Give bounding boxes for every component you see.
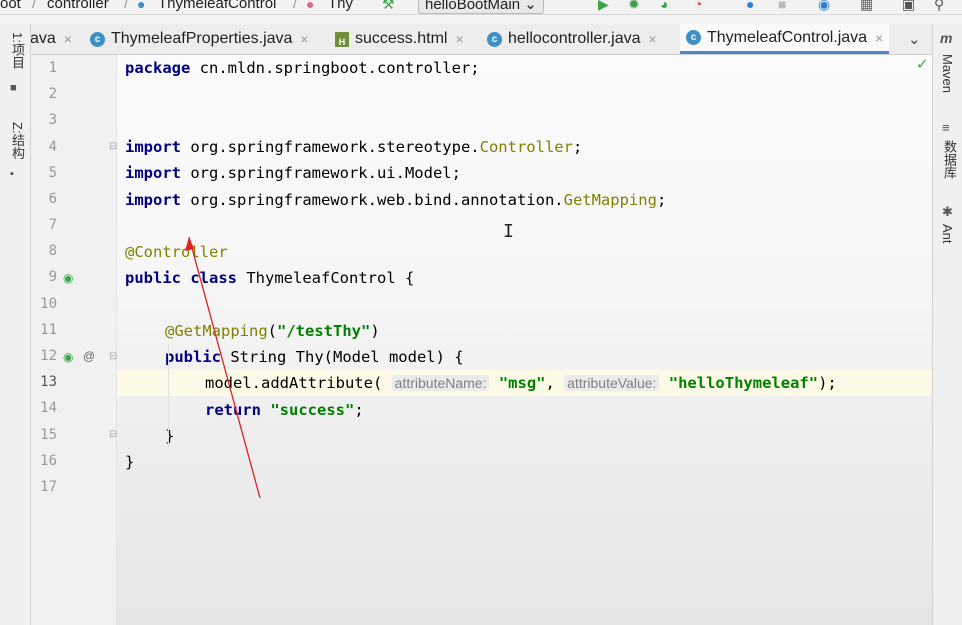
close-icon[interactable]: × bbox=[64, 31, 72, 47]
folder-icon: ■ bbox=[10, 82, 17, 94]
breadcrumb-separator: / bbox=[32, 0, 37, 12]
html-file-icon: H bbox=[335, 31, 349, 47]
tab-label: success.html bbox=[355, 30, 448, 47]
right-tool-strip: m Maven ≡ 数据库 ✱ Ant bbox=[932, 24, 962, 625]
tab-success-html[interactable]: Hsuccess.html × bbox=[335, 24, 464, 54]
breadcrumb-item[interactable]: Thy bbox=[328, 0, 353, 12]
close-icon[interactable]: × bbox=[875, 30, 883, 46]
breadcrumb-item[interactable]: ThymeleafControl bbox=[158, 0, 276, 12]
run-config-label: helloBootMain bbox=[425, 0, 521, 13]
close-icon[interactable]: × bbox=[300, 31, 308, 47]
help-icon[interactable]: ● bbox=[746, 0, 754, 12]
tool-maven[interactable]: Maven bbox=[940, 54, 955, 93]
search-icon[interactable]: ⚲ bbox=[934, 0, 944, 13]
update-icon[interactable]: ◉ bbox=[818, 0, 830, 13]
breadcrumb-item[interactable]: controller bbox=[47, 0, 109, 12]
run-config-select[interactable]: helloBootMain ⌄ bbox=[418, 0, 544, 14]
method-icon: ● bbox=[306, 0, 315, 12]
tab-thymeleafcontrol[interactable]: c ThymeleafControl.java × bbox=[680, 24, 890, 54]
tab-label: ava bbox=[30, 30, 56, 47]
ant-icon: ✱ bbox=[942, 204, 953, 219]
tool-database[interactable]: 数据库 bbox=[940, 140, 959, 179]
maven-icon: m bbox=[940, 30, 953, 46]
tab-label: hellocontroller.java bbox=[508, 30, 641, 47]
profile-icon[interactable]: ◔ bbox=[694, 0, 702, 12]
tab-label: ThymeleafProperties.java bbox=[111, 30, 293, 47]
annotation-arrow bbox=[185, 236, 261, 499]
tool-structure[interactable]: Z:结构 bbox=[8, 122, 27, 160]
breadcrumb-separator: / bbox=[293, 0, 298, 12]
left-tool-strip: 1:项目 ■ Z:结构 ▪ bbox=[0, 24, 31, 625]
tab-thymeleaf-properties[interactable]: c ThymeleafProperties.java × bbox=[90, 24, 309, 54]
navigation-bar: oot / controller / ● ThymeleafControl / … bbox=[0, 0, 962, 15]
run-icon[interactable]: ▶ bbox=[598, 0, 609, 13]
terminal-icon[interactable]: ▣ bbox=[902, 0, 915, 13]
breadcrumb-item[interactable]: oot bbox=[0, 0, 21, 12]
class-icon: c bbox=[487, 31, 502, 47]
class-icon: c bbox=[686, 30, 701, 45]
tab-list-chevron-icon[interactable]: ⌄ bbox=[908, 24, 921, 54]
build-icon[interactable]: ⚒ bbox=[382, 0, 395, 13]
tab-label: ThymeleafControl.java bbox=[707, 28, 868, 46]
code-editor[interactable]: 1 2 3 4 5 6 7 8 9 10 11 12 13 14 15 16 1… bbox=[31, 55, 932, 625]
coverage-icon[interactable]: ◕ bbox=[660, 0, 668, 12]
editor-tabs: ava × c ThymeleafProperties.java × Hsuccess… bbox=[0, 24, 932, 55]
database-icon: ≡ bbox=[942, 120, 950, 135]
tab-hellocontroller[interactable]: c hellocontroller.java × bbox=[487, 24, 657, 54]
tool-project[interactable]: 1:项目 bbox=[8, 32, 27, 69]
class-icon: ● bbox=[137, 0, 146, 12]
class-icon: c bbox=[90, 31, 105, 47]
stop-icon[interactable]: ■ bbox=[778, 0, 786, 12]
close-icon[interactable]: × bbox=[455, 31, 463, 47]
breadcrumb-separator: / bbox=[124, 0, 129, 12]
debug-icon[interactable]: ✹ bbox=[628, 0, 640, 13]
project-structure-icon[interactable]: ▦ bbox=[860, 0, 873, 13]
close-icon[interactable]: × bbox=[649, 31, 657, 47]
structure-icon: ▪ bbox=[10, 168, 14, 180]
tab-ava[interactable]: ava × bbox=[30, 24, 72, 54]
tool-ant[interactable]: Ant bbox=[940, 224, 955, 244]
